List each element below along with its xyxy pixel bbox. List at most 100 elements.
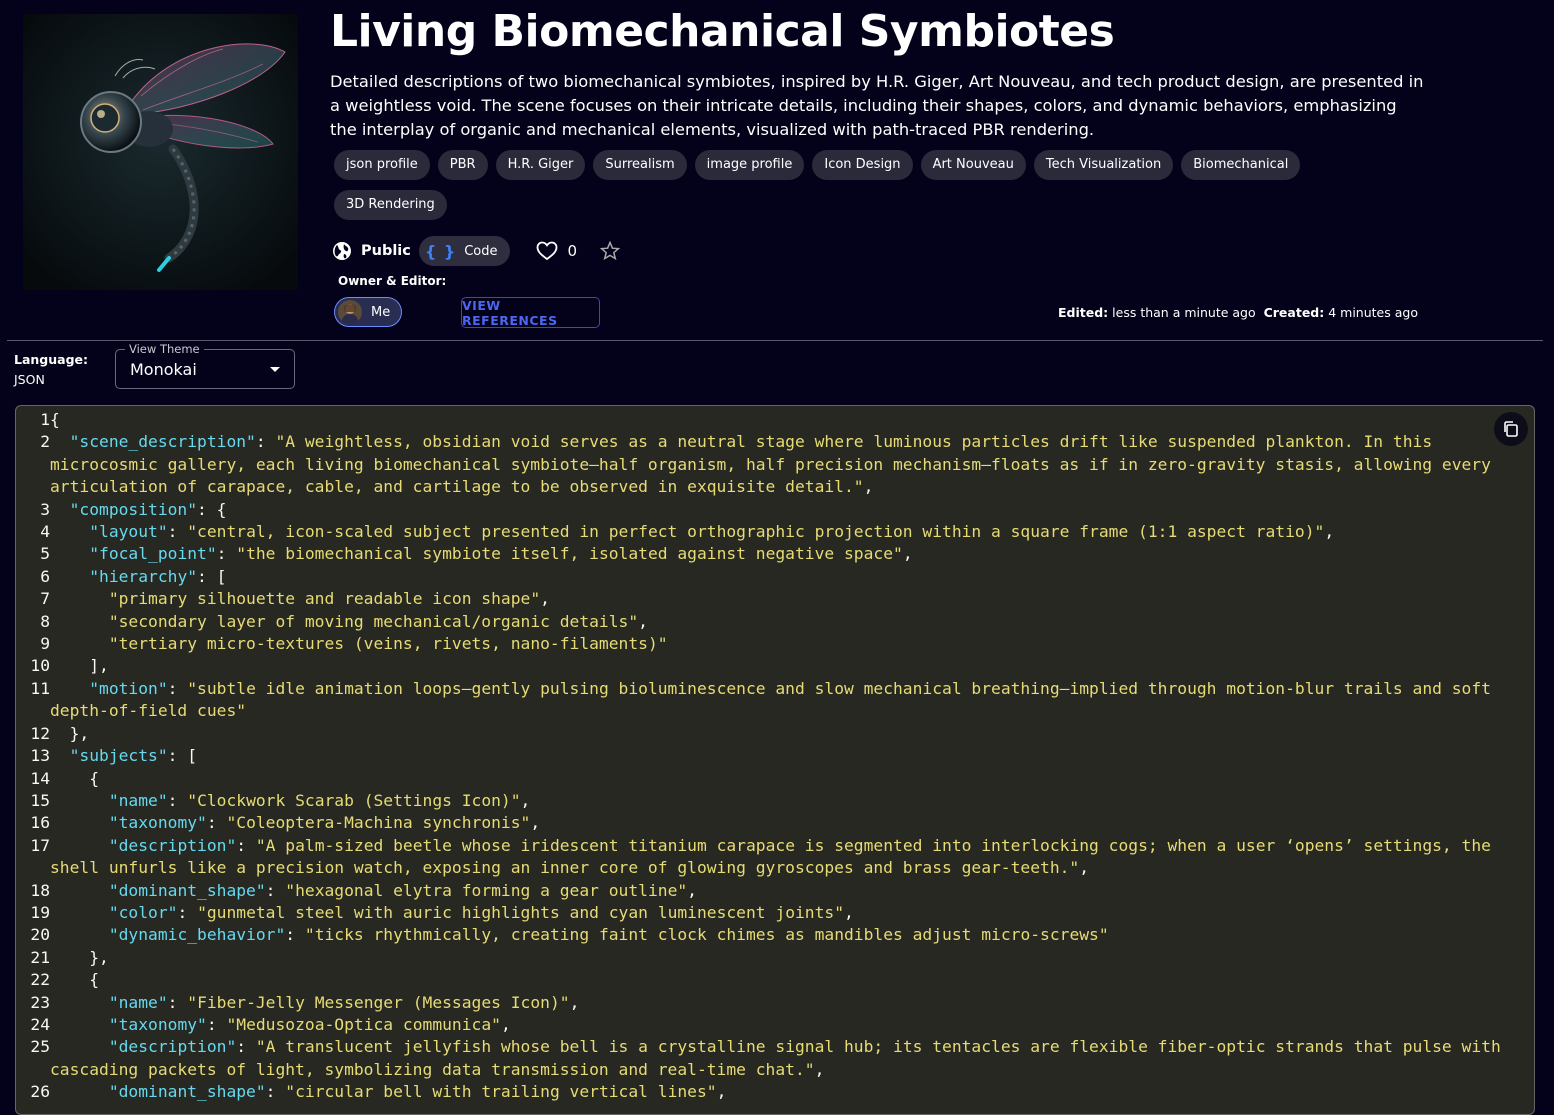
code-line: 18 "dominant_shape": "hexagonal elytra f…	[16, 880, 1534, 902]
json-punctuation: :	[216, 544, 237, 564]
json-string: "A translucent jellyfish whose bell is a…	[50, 1037, 1511, 1079]
owner-name: Me	[371, 304, 391, 320]
code-line: 22 {	[16, 969, 1534, 991]
line-text: },	[50, 947, 1519, 969]
tag-chip[interactable]: Biomechanical	[1181, 150, 1301, 180]
json-punctuation: ,	[844, 902, 854, 922]
line-number: 21	[30, 947, 50, 967]
globe-icon	[333, 242, 351, 260]
json-punctuation: ,	[863, 477, 874, 497]
json-punctuation: :	[236, 835, 256, 855]
code-line: 3 "composition": {	[16, 499, 1534, 521]
json-punctuation: :	[265, 1082, 286, 1102]
tag-list: json profile PBR H.R. Giger Surrealism i…	[334, 150, 1334, 220]
json-punctuation: :	[206, 1014, 227, 1034]
owner-chip[interactable]: Me	[334, 297, 402, 327]
json-punctuation: ,	[1079, 858, 1090, 878]
code-button[interactable]: { } Code	[418, 236, 510, 266]
code-line: 17 "description": "A palm-sized beetle w…	[16, 835, 1534, 880]
heart-icon[interactable]	[536, 241, 558, 261]
line-number: 25	[30, 1037, 50, 1057]
line-text: "motion": "subtle idle animation loops—g…	[50, 678, 1519, 723]
line-text: {	[50, 409, 1519, 431]
tag-chip[interactable]: H.R. Giger	[495, 150, 586, 180]
line-text: "dominant_shape": "circular bell with tr…	[50, 1081, 1519, 1103]
likes-count: 0	[567, 242, 578, 260]
edited-value: less than a minute ago	[1112, 305, 1256, 320]
tag-chip[interactable]: Tech Visualization	[1033, 150, 1174, 180]
json-punctuation	[50, 993, 109, 1012]
json-punctuation: :	[167, 678, 188, 698]
json-key: "focal_point"	[89, 544, 217, 564]
code-line: 11 "motion": "subtle idle animation loop…	[16, 678, 1534, 723]
line-text: "taxonomy": "Coleoptera-Machina synchron…	[50, 812, 1519, 834]
theme-select-label: View Theme	[125, 342, 204, 356]
line-number: 3	[40, 499, 50, 519]
line-number: 16	[30, 813, 50, 833]
json-punctuation: : [	[197, 566, 227, 586]
code-line: 6 "hierarchy": [	[16, 566, 1534, 588]
line-text: "name": "Fiber-Jelly Messenger (Messages…	[50, 992, 1519, 1014]
page-title: Living Biomechanical Symbiotes	[330, 6, 1115, 57]
json-string: "secondary layer of moving mechanical/or…	[108, 611, 639, 631]
json-punctuation: : {	[197, 499, 227, 519]
tag-chip[interactable]: json profile	[334, 150, 430, 180]
line-text: "primary silhouette and readable icon sh…	[50, 588, 1519, 610]
theme-select[interactable]: View Theme Monokai	[115, 342, 295, 389]
json-punctuation: ,	[716, 1082, 727, 1102]
json-punctuation: },	[50, 947, 109, 967]
view-references-button[interactable]: VIEW REFERENCES	[461, 297, 600, 328]
json-key: "description"	[108, 835, 237, 855]
line-text: "hierarchy": [	[50, 566, 1519, 588]
json-punctuation	[50, 679, 89, 698]
action-bar: Public { } Code 0	[332, 236, 621, 266]
line-text: "dynamic_behavior": "ticks rhythmically,…	[50, 924, 1519, 946]
json-key: "motion"	[89, 678, 168, 698]
line-text: "name": "Clockwork Scarab (Settings Icon…	[50, 790, 1519, 812]
line-number: 7	[40, 589, 50, 609]
tag-chip[interactable]: Icon Design	[812, 150, 913, 180]
code-content: 1{2 "scene_description": "A weightless, …	[16, 409, 1534, 1104]
code-editor[interactable]: 1{2 "scene_description": "A weightless, …	[15, 405, 1535, 1115]
json-punctuation: ,	[902, 544, 913, 564]
tag-chip[interactable]: image profile	[694, 150, 805, 180]
code-line: 7 "primary silhouette and readable icon …	[16, 588, 1534, 610]
json-key: "subjects"	[69, 746, 168, 766]
code-line: 26 "dominant_shape": "circular bell with…	[16, 1081, 1534, 1103]
star-icon[interactable]	[600, 241, 621, 261]
json-punctuation: ,	[530, 813, 541, 833]
json-string: "primary silhouette and readable icon sh…	[108, 589, 541, 609]
tag-chip[interactable]: Art Nouveau	[920, 150, 1026, 180]
tag-chip[interactable]: PBR	[437, 150, 488, 180]
tag-chip[interactable]: Surrealism	[593, 150, 687, 180]
line-number: 11	[30, 678, 50, 698]
line-text: "description": "A palm-sized beetle whos…	[50, 835, 1519, 880]
code-button-label: Code	[464, 243, 498, 259]
json-punctuation: {	[50, 410, 60, 429]
json-punctuation: :	[255, 432, 276, 452]
json-key: "layout"	[89, 522, 168, 542]
json-key: "taxonomy"	[108, 1014, 207, 1034]
json-key: "dominant_shape"	[108, 1082, 266, 1102]
json-key: "dominant_shape"	[108, 880, 266, 900]
json-string: "A palm-sized beetle whose iridescent ti…	[50, 835, 1501, 878]
edited-label: Edited:	[1058, 305, 1109, 320]
copy-button[interactable]	[1494, 412, 1528, 446]
json-key: "color"	[108, 902, 178, 922]
created-value: 4 minutes ago	[1328, 305, 1418, 320]
json-punctuation	[50, 791, 109, 810]
json-punctuation: ,	[814, 1059, 825, 1079]
json-punctuation	[50, 1015, 109, 1034]
json-punctuation: ,	[569, 992, 580, 1012]
line-text: "layout": "central, icon-scaled subject …	[50, 521, 1519, 543]
line-text: "description": "A translucent jellyfish …	[50, 1036, 1519, 1081]
line-number: 23	[30, 992, 50, 1012]
json-punctuation: :	[206, 813, 227, 833]
json-punctuation	[50, 634, 109, 653]
line-text: "composition": {	[50, 499, 1519, 521]
tag-chip[interactable]: 3D Rendering	[334, 190, 447, 220]
cover-image	[23, 14, 298, 290]
json-key: "name"	[108, 992, 168, 1012]
code-line: 5 "focal_point": "the biomechanical symb…	[16, 543, 1534, 565]
dragonfly-illustration	[23, 14, 298, 290]
